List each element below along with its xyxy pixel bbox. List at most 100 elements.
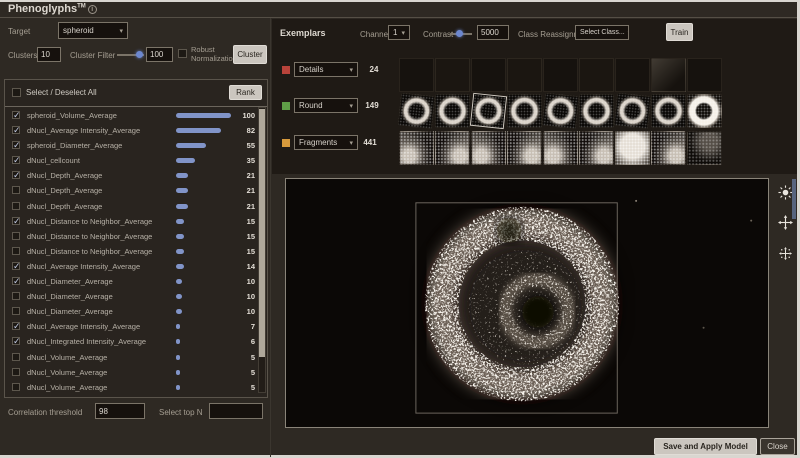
feature-checkbox[interactable]	[12, 262, 20, 270]
exemplar-thumbnail[interactable]	[687, 58, 722, 92]
feature-label: dNucl_Average Intensity_Average	[27, 322, 140, 331]
feature-score-bar	[176, 279, 182, 284]
info-icon[interactable]	[88, 5, 97, 14]
feature-score-bar	[176, 173, 188, 178]
feature-row: dNucl_Average Intensity_Average14	[5, 259, 257, 274]
exemplar-thumbnail[interactable]	[399, 58, 434, 92]
exemplar-thumbnail[interactable]	[435, 58, 470, 92]
feature-checkbox[interactable]	[12, 322, 20, 330]
feature-checkbox[interactable]	[12, 337, 20, 345]
class-select-details[interactable]: Details▾	[294, 62, 358, 77]
exemplar-thumbnail[interactable]	[543, 131, 578, 165]
feature-row: dNucl_Diameter_Average10	[5, 274, 257, 289]
specimen-viewer[interactable]	[285, 178, 769, 428]
cluster-filter-input[interactable]	[146, 47, 173, 62]
exemplar-thumbnails-round	[399, 94, 722, 128]
rank-button[interactable]: Rank	[229, 85, 262, 100]
robust-normalization-checkbox[interactable]	[178, 49, 187, 58]
feature-score-bar	[176, 370, 180, 375]
save-and-apply-model-button[interactable]: Save and Apply Model	[654, 438, 757, 455]
select-deselect-all-checkbox[interactable]	[12, 88, 21, 97]
train-button[interactable]: Train	[666, 23, 693, 41]
chevron-down-icon: ▾	[401, 29, 405, 37]
correlation-threshold-input[interactable]	[95, 403, 145, 419]
exemplar-thumbnail[interactable]	[471, 58, 506, 92]
feature-label: dNucl_Average Intensity_Average	[27, 126, 140, 135]
exemplar-thumbnail[interactable]	[615, 58, 650, 92]
feature-score-bar	[176, 339, 180, 344]
exemplar-thumbnail[interactable]	[614, 93, 651, 129]
feature-label: dNucl_cellcount	[27, 156, 80, 165]
exemplar-thumbnail[interactable]	[579, 94, 614, 128]
exemplar-thumbnail[interactable]	[470, 93, 507, 129]
exemplar-thumbnail[interactable]	[542, 93, 579, 129]
chevron-down-icon: ▾	[349, 139, 353, 147]
feature-checkbox[interactable]	[12, 383, 20, 391]
feature-row: dNucl_Diameter_Average10	[5, 304, 257, 319]
feature-checkbox[interactable]	[12, 277, 20, 285]
exemplar-thumbnail[interactable]	[398, 93, 435, 129]
contrast-label: Contrast	[423, 30, 453, 39]
class-select-round[interactable]: Round▾	[294, 98, 358, 113]
exemplar-thumbnail[interactable]	[651, 131, 686, 165]
exemplar-thumbnail[interactable]	[687, 131, 722, 165]
close-button[interactable]: Close	[760, 438, 795, 455]
feature-checkbox[interactable]	[12, 141, 20, 149]
feature-score: 6	[231, 337, 255, 346]
center-button[interactable]	[776, 244, 794, 262]
class-select-fragments[interactable]: Fragments ▾	[294, 135, 358, 150]
exemplar-thumbnail[interactable]	[579, 131, 614, 165]
feature-score: 21	[231, 186, 255, 195]
class-name: Fragments	[299, 138, 337, 147]
page-title: PhenoglyphsTM	[8, 3, 97, 15]
brightness-icon	[778, 185, 793, 200]
feature-checkbox[interactable]	[12, 247, 20, 255]
feature-checkbox[interactable]	[12, 368, 20, 376]
feature-score-bar	[176, 309, 182, 314]
feature-checkbox[interactable]	[12, 171, 20, 179]
target-select[interactable]: spheroid▾	[58, 22, 128, 39]
feature-score: 21	[231, 202, 255, 211]
exemplar-thumbnail[interactable]	[651, 94, 686, 128]
feature-checkbox[interactable]	[12, 232, 20, 240]
feature-checkbox[interactable]	[12, 217, 20, 225]
exemplar-thumbnail[interactable]	[507, 58, 542, 92]
feature-list-scrollbar[interactable]	[258, 107, 266, 393]
exemplar-thumbnail[interactable]	[687, 94, 722, 128]
exemplar-thumbnail[interactable]	[399, 131, 434, 165]
feature-checkbox[interactable]	[12, 307, 20, 315]
feature-score-bar	[176, 128, 221, 133]
feature-label: dNucl_Diameter_Average	[27, 277, 113, 286]
exemplar-thumbnail[interactable]	[507, 131, 542, 165]
move-icon	[778, 215, 793, 230]
select-top-n-input[interactable]	[209, 403, 263, 419]
feature-checkbox[interactable]	[12, 186, 20, 194]
feature-checkbox[interactable]	[12, 156, 20, 164]
viewer-scrollbar-thumb[interactable]	[792, 179, 796, 219]
feature-checkbox[interactable]	[12, 292, 20, 300]
cluster-button[interactable]: Cluster	[233, 45, 267, 64]
exemplar-thumbnail[interactable]	[543, 58, 578, 92]
feature-row: dNucl_Distance to Neighbor_Average15	[5, 214, 257, 229]
clusters-input[interactable]	[37, 47, 61, 62]
exemplars-title: Exemplars	[280, 28, 326, 38]
exemplar-thumbnail[interactable]	[579, 58, 614, 92]
feature-checkbox[interactable]	[12, 202, 20, 210]
feature-checkbox[interactable]	[12, 111, 20, 119]
feature-checkbox[interactable]	[12, 353, 20, 361]
exemplar-thumbnail[interactable]	[435, 131, 470, 165]
exemplar-thumbnail[interactable]	[435, 94, 470, 128]
exemplar-thumbnail[interactable]	[615, 131, 650, 165]
contrast-slider-handle[interactable]	[456, 30, 463, 37]
channels-select[interactable]: 1▾	[388, 25, 410, 40]
scrollbar-thumb[interactable]	[259, 109, 265, 357]
class-reassignment-select[interactable]: Select Class...▾	[575, 25, 629, 40]
contrast-input[interactable]	[477, 25, 509, 40]
exemplar-thumbnail[interactable]	[651, 58, 686, 92]
feature-checkbox[interactable]	[12, 126, 20, 134]
feature-score: 15	[231, 232, 255, 241]
exemplar-thumbnail[interactable]	[471, 131, 506, 165]
exemplar-thumbnail[interactable]	[507, 94, 542, 128]
cluster-filter-slider-handle[interactable]	[136, 51, 143, 58]
panel-divider	[270, 18, 271, 457]
